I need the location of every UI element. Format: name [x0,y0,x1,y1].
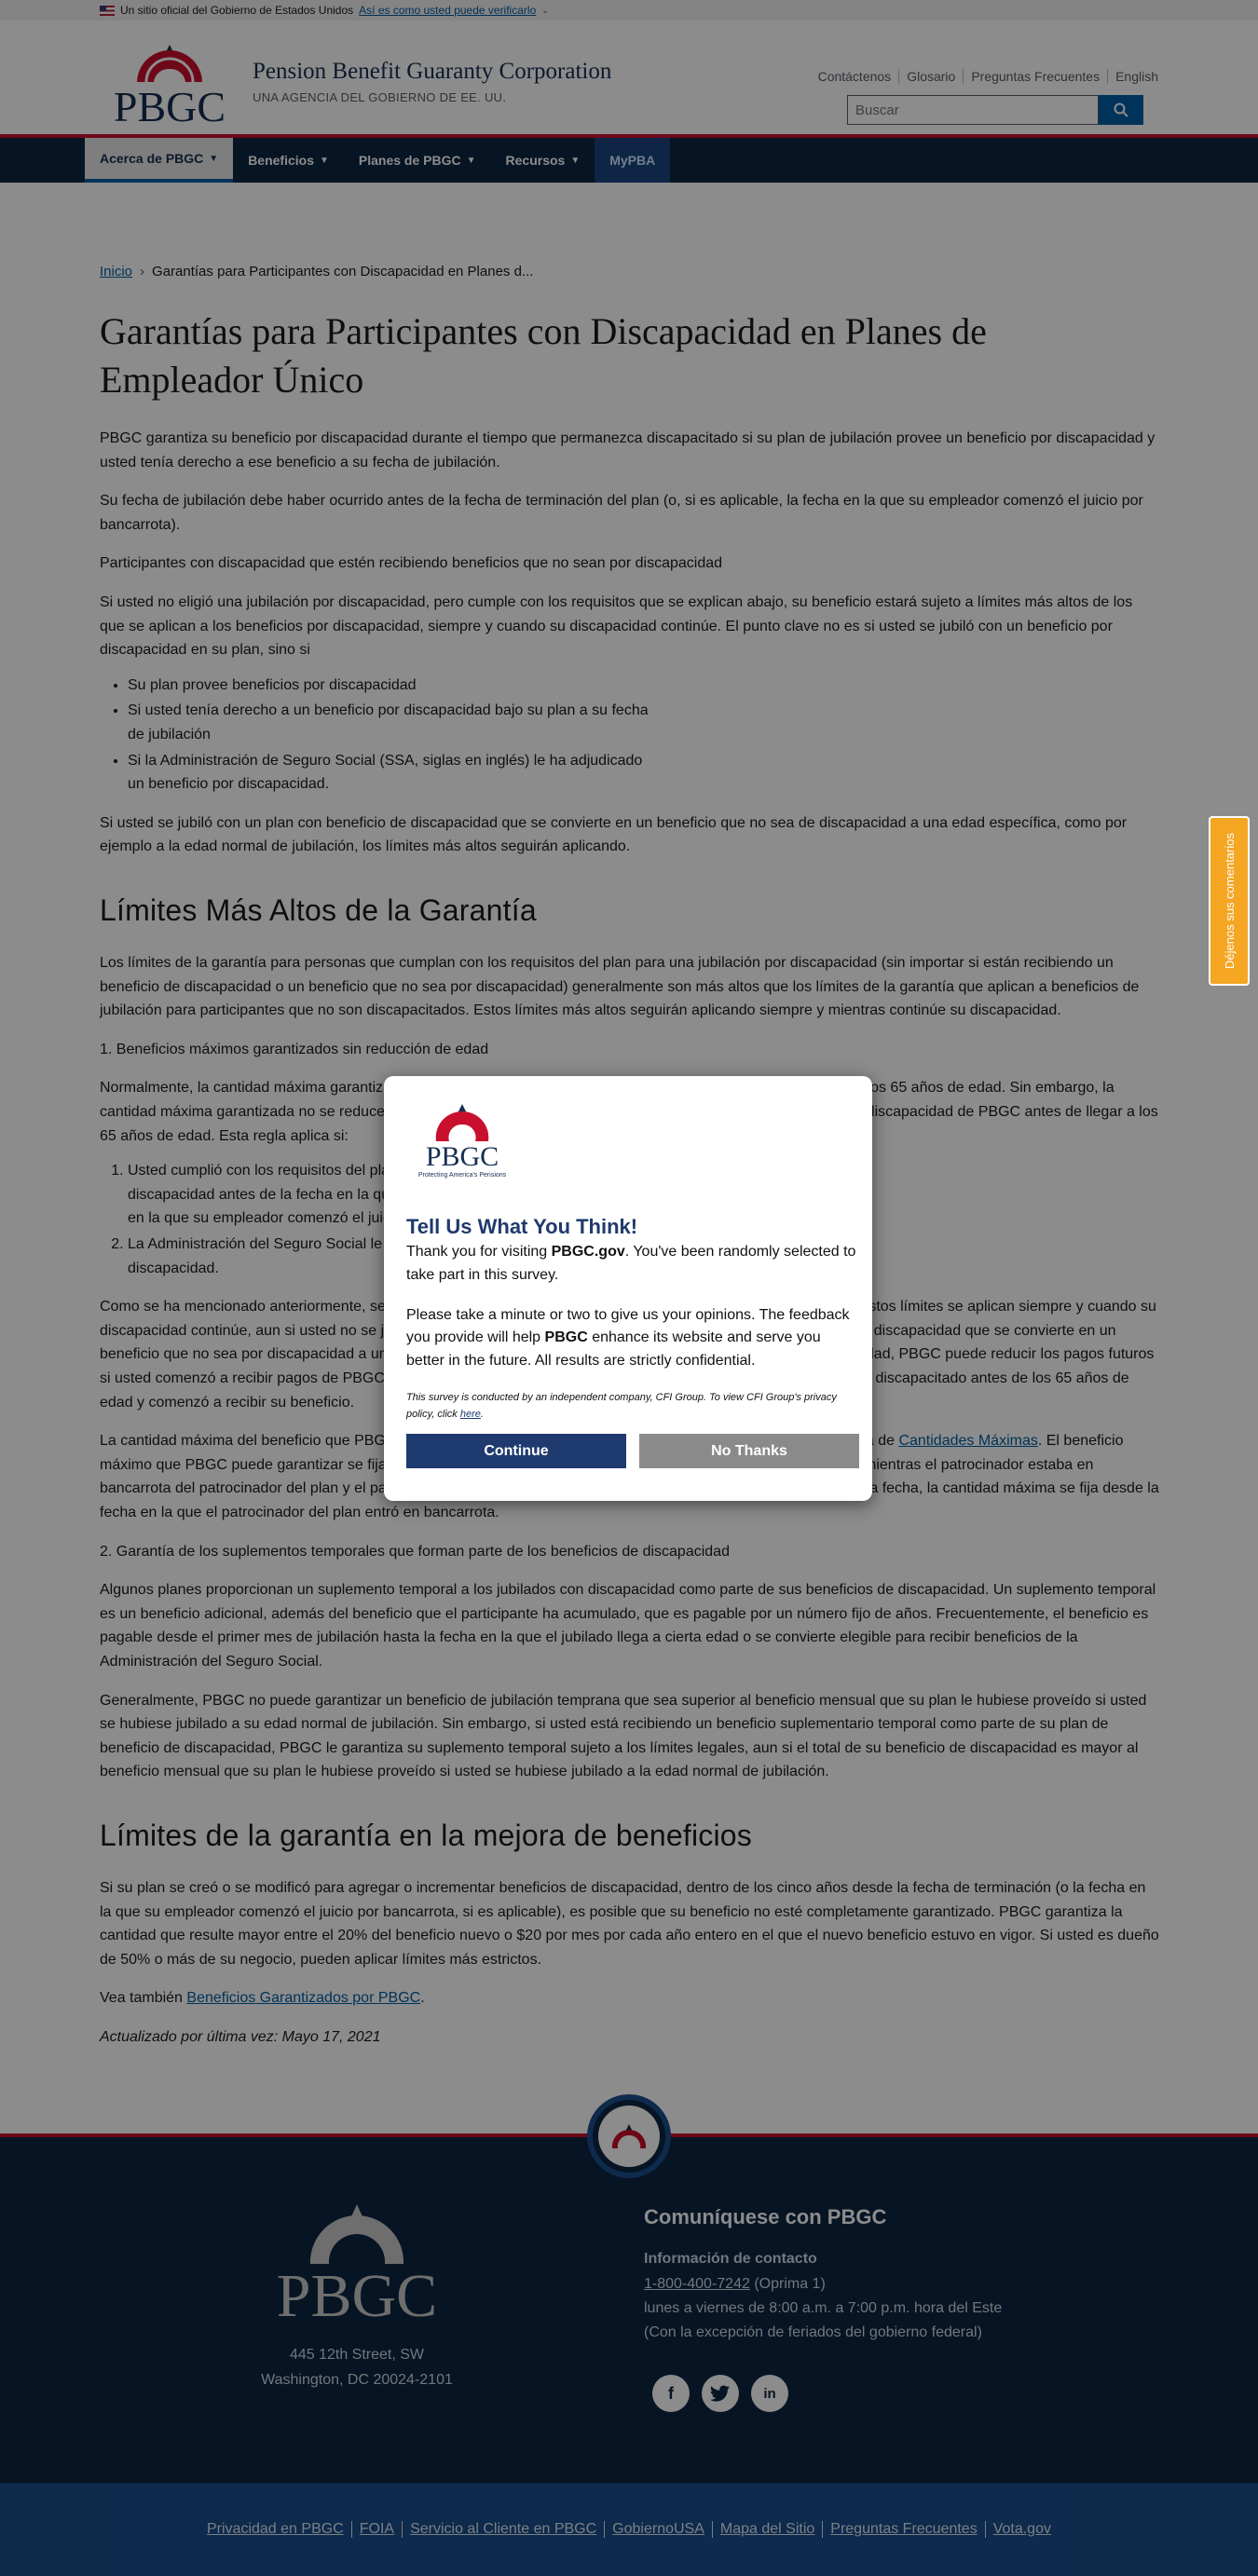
no-thanks-button[interactable]: No Thanks [639,1434,859,1469]
feedback-tab[interactable]: Déjenos sus comentarios [1209,816,1250,986]
text: PBGC [544,1329,588,1346]
survey-logo-tagline: Protecting America's Pensions [418,1172,507,1179]
survey-body: Please take a minute or two to give us y… [406,1304,859,1373]
feedback-tab-label: Déjenos sus comentarios [1222,833,1237,969]
privacy-policy-link[interactable]: here [460,1409,481,1420]
survey-buttons: Continue No Thanks [406,1434,859,1469]
survey-title: Tell Us What You Think! [406,1215,638,1238]
text: . [480,1408,484,1420]
text: Thank you for visiting [406,1244,552,1260]
survey-fine-print: This survey is conducted by an independe… [406,1390,859,1423]
continue-button[interactable]: Continue [406,1434,626,1469]
survey-intro: Thank you for visiting PBGC.gov. You've … [406,1241,859,1288]
text: PBGC.gov [551,1244,625,1260]
survey-logo-wordmark: PBGC [426,1141,499,1172]
survey-pbgc-logo-icon: PBGC Protecting America's Pensions [418,1104,507,1179]
survey-modal: PBGC Protecting America's Pensions Tell … [384,1076,872,1501]
